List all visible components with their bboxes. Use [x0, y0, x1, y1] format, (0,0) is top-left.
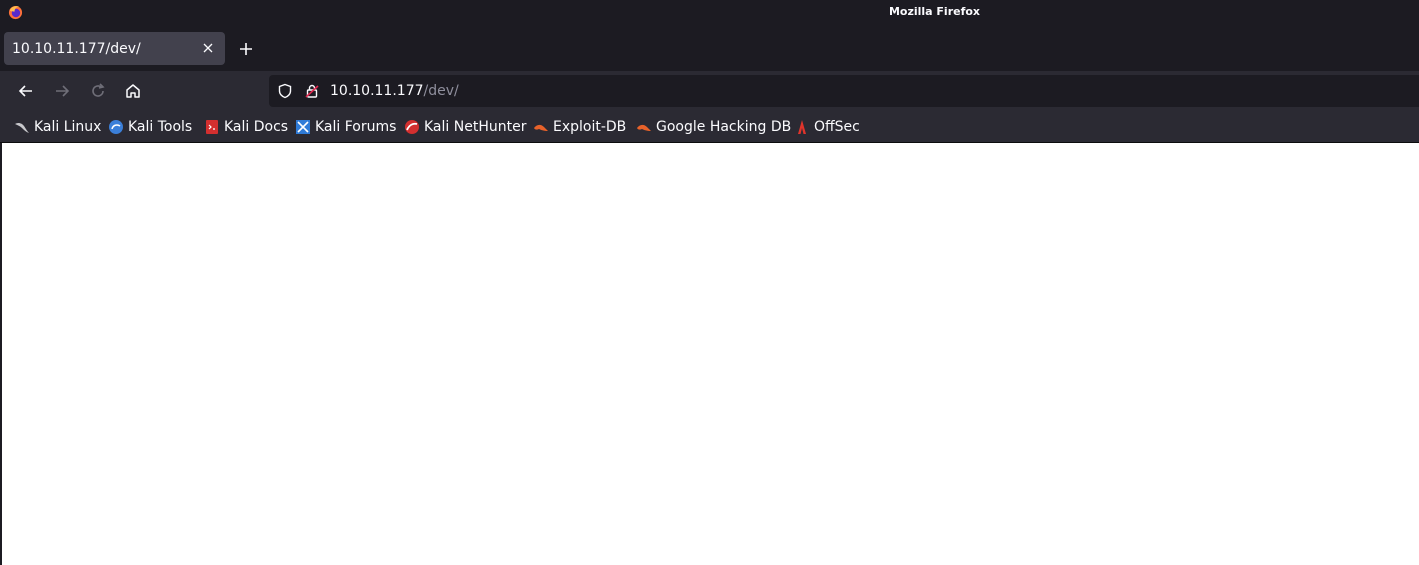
tab-active[interactable]: 10.10.11.177/dev/	[4, 32, 225, 65]
kali-dragon-icon	[15, 122, 29, 133]
offsec-icon	[798, 120, 806, 134]
address-bar[interactable]: 10.10.11.177/dev/	[269, 75, 1419, 107]
bookmark-label: OffSec	[814, 119, 860, 135]
navigation-toolbar: 10.10.11.177/dev/	[0, 71, 1419, 111]
bookmark-exploit-db[interactable]: Exploit-DB	[533, 117, 626, 137]
kali-forums-icon	[296, 120, 310, 134]
insecure-lock-icon[interactable]	[304, 83, 320, 99]
reload-icon[interactable]	[89, 82, 107, 100]
window-title: Mozilla Firefox	[888, 5, 981, 18]
bookmark-label: Google Hacking DB	[656, 119, 792, 135]
plus-icon[interactable]	[237, 40, 255, 58]
bookmarks-toolbar: Kali Linux Kali Tools Kali Docs Kali For…	[0, 111, 1419, 143]
tab-title: 10.10.11.177/dev/	[12, 41, 141, 57]
bookmark-label: Kali Docs	[224, 119, 289, 135]
kali-docs-icon	[206, 120, 218, 134]
back-arrow-icon[interactable]	[17, 82, 35, 100]
exploit-db-icon	[534, 124, 548, 131]
bookmark-kali-docs[interactable]: Kali Docs	[204, 117, 288, 137]
bookmark-label: Kali NetHunter	[424, 119, 527, 135]
bookmark-offsec[interactable]: OffSec	[794, 117, 860, 137]
url-path: /dev/	[423, 83, 459, 99]
close-icon[interactable]	[201, 41, 215, 55]
tracking-protection-shield-icon[interactable]	[277, 83, 293, 99]
bookmark-kali-nethunter[interactable]: Kali NetHunter	[404, 117, 526, 137]
bookmark-label: Kali Forums	[315, 119, 397, 135]
bookmark-kali-tools[interactable]: Kali Tools	[108, 117, 192, 137]
bookmark-kali-forums[interactable]: Kali Forums	[295, 117, 396, 137]
bookmark-label: Exploit-DB	[553, 119, 627, 135]
url-host: 10.10.11.177	[330, 83, 424, 99]
bookmark-label: Kali Tools	[128, 119, 193, 135]
url-text[interactable]: 10.10.11.177/dev/	[330, 83, 459, 99]
page-content	[0, 143, 1419, 565]
home-icon[interactable]	[124, 82, 142, 100]
bookmark-label: Kali Linux	[34, 119, 102, 135]
window-titlebar: Mozilla Firefox	[0, 0, 1419, 24]
tab-bar: 10.10.11.177/dev/	[0, 24, 1419, 71]
forward-arrow-icon[interactable]	[53, 82, 71, 100]
bookmark-kali-linux[interactable]: Kali Linux	[14, 117, 101, 137]
ghdb-icon	[637, 124, 651, 131]
bookmark-google-hacking-db[interactable]: Google Hacking DB	[636, 117, 791, 137]
kali-nethunter-icon	[405, 120, 419, 134]
kali-tools-icon	[109, 120, 123, 134]
